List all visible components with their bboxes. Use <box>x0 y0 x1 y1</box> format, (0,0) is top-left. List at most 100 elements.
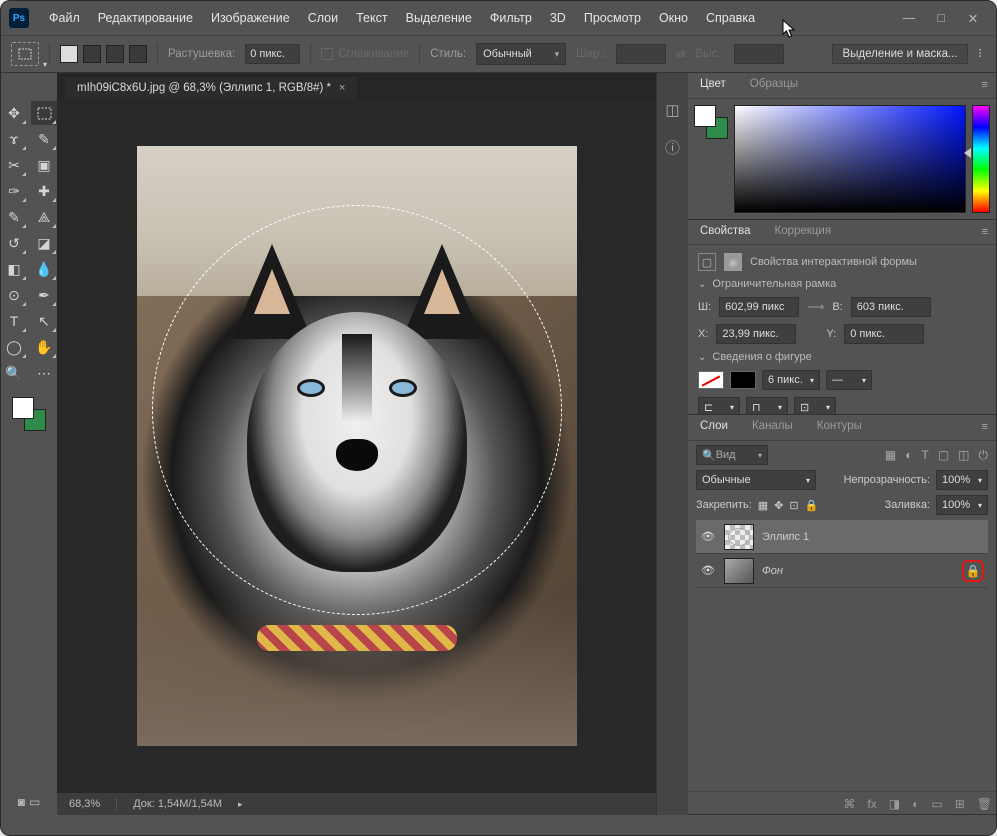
layer-item-background[interactable]: 👁 Фон 🔒 <box>696 554 988 588</box>
close-tab-icon[interactable]: × <box>339 82 345 94</box>
layer-thumbnail[interactable] <box>724 524 754 550</box>
dodge-tool[interactable]: ⊙ <box>1 283 27 307</box>
eraser-tool[interactable]: ◪ <box>31 231 57 255</box>
y-field[interactable] <box>844 324 924 344</box>
bounding-box-section[interactable]: Ограничительная рамка <box>698 278 986 290</box>
canvas-viewport[interactable] <box>57 99 656 793</box>
color-picker[interactable] <box>688 99 996 219</box>
doc-size-info[interactable]: Док: 1,54M/1,54M <box>133 798 222 810</box>
blend-mode-dropdown[interactable]: Обычные <box>696 470 816 490</box>
history-panel-icon[interactable]: ◫ <box>665 101 679 119</box>
x-field[interactable] <box>716 324 796 344</box>
new-group-icon[interactable]: ▭ <box>931 797 942 811</box>
blur-tool[interactable]: 💧 <box>31 257 57 281</box>
feather-input[interactable] <box>245 44 300 64</box>
fill-dropdown[interactable]: 100% <box>936 495 988 515</box>
layer-fx-icon[interactable]: fx <box>867 797 876 811</box>
path-select-tool[interactable]: ↖ <box>31 309 57 333</box>
menu-help[interactable]: Справка <box>698 7 763 29</box>
saturation-value-field[interactable] <box>734 105 966 213</box>
hue-slider[interactable] <box>972 105 990 213</box>
tab-color[interactable]: Цвет <box>688 73 738 98</box>
layer-filter-dropdown[interactable]: 🔍 Вид ▾ <box>696 445 768 465</box>
filter-pixel-icon[interactable]: ▦ <box>885 448 896 463</box>
menu-file[interactable]: Файл <box>41 7 88 29</box>
join-dropdown[interactable]: ⊓ <box>746 397 788 415</box>
maximize-button[interactable]: □ <box>934 11 948 26</box>
lasso-tool[interactable]: ɤ <box>1 127 27 151</box>
visibility-toggle-icon[interactable]: 👁 <box>700 530 716 543</box>
align-dropdown[interactable]: ⊡ <box>794 397 836 415</box>
lock-pixels-icon[interactable]: ▦ <box>758 499 768 512</box>
eyedropper-tool[interactable]: ✑ <box>1 179 27 203</box>
zoom-value[interactable]: 68,3% <box>69 798 100 810</box>
filter-adjust-icon[interactable]: ◐ <box>905 448 912 463</box>
panel-menu-icon[interactable]: ≡ <box>974 220 996 244</box>
selection-intersect-icon[interactable] <box>129 45 147 63</box>
tab-properties[interactable]: Свойства <box>688 220 763 244</box>
layer-item-ellipse[interactable]: 👁 Эллипс 1 <box>696 520 988 554</box>
fill-none-swatch[interactable] <box>698 371 724 389</box>
menu-edit[interactable]: Редактирование <box>90 7 201 29</box>
filter-shape-icon[interactable]: ▢ <box>938 448 949 463</box>
cap-dropdown[interactable]: ⊏ <box>698 397 740 415</box>
opacity-dropdown[interactable]: 100% <box>936 470 988 490</box>
current-tool-icon[interactable] <box>11 42 39 66</box>
menu-text[interactable]: Текст <box>348 7 395 29</box>
minimize-button[interactable]: — <box>902 11 916 26</box>
pen-tool[interactable]: ✒ <box>31 283 57 307</box>
stroke-width-dropdown[interactable]: 6 пикс. <box>762 370 820 390</box>
frame-tool[interactable]: ▣ <box>31 153 57 177</box>
stroke-color-swatch[interactable] <box>730 371 756 389</box>
clone-stamp-tool[interactable]: ⟁ <box>31 205 57 229</box>
menu-3d[interactable]: 3D <box>542 7 574 29</box>
selection-subtract-icon[interactable] <box>106 45 124 63</box>
menu-window[interactable]: Окно <box>651 7 696 29</box>
tab-channels[interactable]: Каналы <box>740 415 805 440</box>
tab-adjustments[interactable]: Коррекция <box>763 220 844 244</box>
marquee-tool[interactable] <box>31 101 57 125</box>
tab-paths[interactable]: Контуры <box>805 415 874 440</box>
picker-swatches[interactable] <box>694 105 728 139</box>
healing-brush-tool[interactable]: ✚ <box>31 179 57 203</box>
info-panel-icon[interactable]: ⓘ <box>665 137 680 158</box>
width-field[interactable] <box>719 297 799 317</box>
menu-view[interactable]: Просмотр <box>576 7 649 29</box>
menu-select[interactable]: Выделение <box>398 7 480 29</box>
panel-menu-icon[interactable]: ≡ <box>974 73 996 98</box>
link-layers-icon[interactable]: ⌘ <box>843 797 855 811</box>
options-overflow-icon[interactable]: ⠇ <box>978 47 986 61</box>
new-adjustment-icon[interactable]: ◐ <box>912 797 919 811</box>
lock-icon[interactable]: 🔒 <box>962 560 984 582</box>
zoom-tool[interactable]: 🔍 <box>1 361 27 385</box>
shape-details-section[interactable]: Сведения о фигуре <box>698 351 986 363</box>
gradient-tool[interactable]: ◧ <box>1 257 27 281</box>
panel-menu-icon[interactable]: ≡ <box>974 415 996 440</box>
visibility-toggle-icon[interactable]: 👁 <box>700 564 716 577</box>
selection-new-icon[interactable] <box>60 45 78 63</box>
history-brush-tool[interactable]: ↺ <box>1 231 27 255</box>
layer-thumbnail[interactable] <box>724 558 754 584</box>
screenmode-icon[interactable]: ▭ <box>29 795 40 809</box>
brush-tool[interactable]: ✎ <box>1 205 27 229</box>
filter-smart-icon[interactable]: ◫ <box>958 448 969 463</box>
shape-tool[interactable]: ◯ <box>1 335 27 359</box>
move-tool[interactable]: ✥ <box>1 101 27 125</box>
crop-tool[interactable]: ✂ <box>1 153 27 177</box>
quick-select-tool[interactable]: ✎ <box>31 127 57 151</box>
height-field[interactable] <box>851 297 931 317</box>
close-button[interactable]: ✕ <box>966 11 980 26</box>
lock-position-icon[interactable]: ✥ <box>774 499 783 512</box>
lock-artboard-icon[interactable]: ⊡ <box>789 499 798 512</box>
tab-layers[interactable]: Слои <box>688 415 740 440</box>
new-layer-icon[interactable]: ⊞ <box>955 797 965 811</box>
menu-layers[interactable]: Слои <box>300 7 346 29</box>
document-tab[interactable]: mIh09iC8x6U.jpg @ 68,3% (Эллипс 1, RGB/8… <box>65 77 357 99</box>
type-tool[interactable]: T <box>1 309 27 333</box>
lock-all-icon[interactable]: 🔒 <box>805 499 819 512</box>
tab-swatches[interactable]: Образцы <box>738 73 810 98</box>
add-mask-icon[interactable]: ◨ <box>889 797 900 811</box>
link-wh-icon[interactable]: ⟶ <box>807 300 824 314</box>
hand-tool[interactable]: ✋ <box>31 335 57 359</box>
quickmask-icon[interactable]: ◙ <box>18 795 25 809</box>
